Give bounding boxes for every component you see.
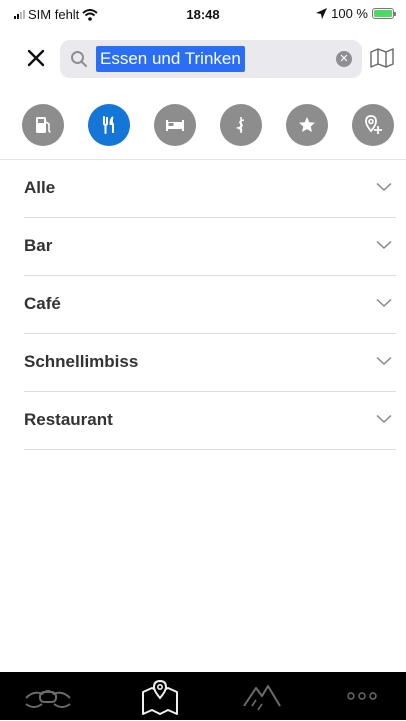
search-query-text[interactable]: Essen und Trinken [96,46,245,72]
bed-icon [166,120,184,131]
search-icon [71,51,87,67]
list-item-restaurant[interactable]: Restaurant [24,392,396,450]
list-item-alle[interactable]: Alle [24,160,396,218]
tab-adventure[interactable] [242,678,282,721]
chevron-down-icon [376,356,392,366]
motorcycle-icon [25,690,71,708]
chevron-down-icon [376,240,392,250]
mountain-icon [243,685,281,711]
category-add-place-button[interactable] [352,104,394,146]
battery-icon [372,8,396,19]
fork-knife-icon [103,116,114,134]
close-button[interactable] [24,46,48,70]
fuel-icon [36,117,51,133]
medical-icon [235,117,245,133]
subcategory-list: Alle Bar Café Schnellimbiss Restaurant [24,160,396,450]
category-fuel-button[interactable] [22,104,64,146]
star-icon [299,117,315,132]
close-icon [27,49,45,67]
battery-label: 100 % [331,6,368,21]
map-pin-icon [142,679,178,715]
category-filter-row [0,104,406,150]
list-item-bar[interactable]: Bar [24,218,396,276]
clear-icon: ✕ [339,53,349,65]
list-item-label: Alle [24,178,56,197]
map-button[interactable] [370,48,394,73]
bottom-tab-bar [0,672,406,720]
list-item-schnellimbiss[interactable]: Schnellimbiss [24,334,396,392]
list-item-label: Café [24,294,61,313]
category-favorites-button[interactable] [286,104,328,146]
tab-more[interactable] [346,688,378,706]
category-food-button[interactable] [88,104,130,146]
add-pin-icon [365,115,382,134]
chevron-down-icon [376,298,392,308]
list-item-cafe[interactable]: Café [24,276,396,334]
category-medical-button[interactable] [220,104,262,146]
more-icon [347,692,377,700]
chevron-down-icon [376,414,392,424]
battery-group: 100 % [316,6,396,21]
search-row: Essen und Trinken ✕ [0,38,406,80]
map-icon [370,48,394,68]
chevron-down-icon [376,182,392,192]
tab-ride[interactable] [22,678,74,717]
list-item-label: Restaurant [24,410,113,429]
category-lodging-button[interactable] [154,104,196,146]
location-arrow-icon [316,8,328,19]
tab-map[interactable] [140,678,180,721]
list-item-label: Bar [24,236,53,255]
search-input[interactable]: Essen und Trinken ✕ [60,40,362,78]
status-bar: SIM fehlt 18:48 100 % [0,0,406,28]
clear-search-button[interactable]: ✕ [336,51,352,67]
list-item-label: Schnellimbiss [24,352,139,371]
